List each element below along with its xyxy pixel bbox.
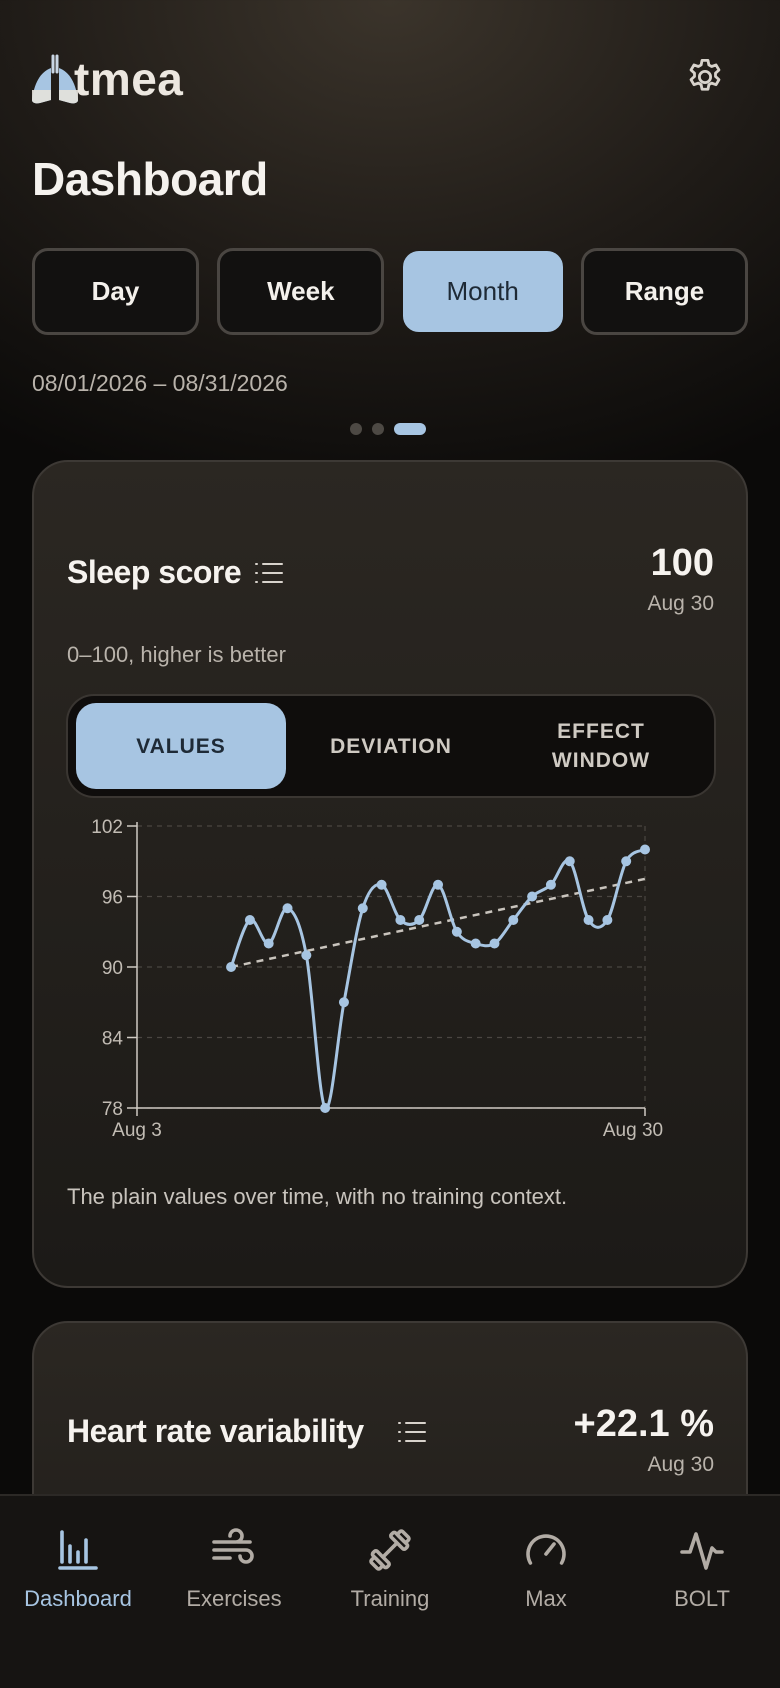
nav-label: Dashboard xyxy=(24,1586,132,1611)
y-tick-label: 96 xyxy=(102,888,123,909)
data-point xyxy=(226,962,237,972)
data-point xyxy=(263,938,274,949)
lungs-logo-icon xyxy=(32,54,78,104)
list-icon[interactable] xyxy=(397,1419,427,1445)
data-point xyxy=(357,903,368,914)
gear-icon xyxy=(689,58,721,91)
tab-deviation[interactable]: DEVIATION xyxy=(286,703,496,789)
sleep-score-value: 100 xyxy=(650,542,714,584)
page-title: Dashboard xyxy=(32,153,268,205)
nav-max[interactable]: Max xyxy=(468,1496,624,1688)
data-point xyxy=(376,879,387,890)
y-tick-label: 90 xyxy=(102,958,123,979)
nav-bolt[interactable]: BOLT xyxy=(624,1496,780,1688)
sleep-score-card: Sleep score 100 Aug 30 0–100, higher is … xyxy=(32,460,748,1288)
data-point xyxy=(583,915,594,925)
y-tick-label: 78 xyxy=(102,1099,123,1120)
sleep-card-description: The plain values over time, with no trai… xyxy=(67,1184,568,1209)
page-indicator xyxy=(350,423,426,435)
bottom-navigation: Dashboard Exercises Training Max BOLT xyxy=(0,1494,780,1688)
tab-effect-window[interactable]: EFFECT WINDOW xyxy=(496,703,706,789)
list-icon[interactable] xyxy=(254,560,284,586)
data-point xyxy=(301,950,312,961)
nav-label: Exercises xyxy=(186,1586,282,1611)
nav-exercises[interactable]: Exercises xyxy=(156,1496,312,1688)
trend-line xyxy=(230,877,646,969)
app-logo: tmea xyxy=(32,48,183,104)
period-day-button[interactable]: Day xyxy=(32,248,199,335)
pulse-icon xyxy=(680,1532,724,1570)
data-point xyxy=(395,915,406,925)
nav-training[interactable]: Training xyxy=(312,1496,468,1688)
bar-chart-icon xyxy=(58,1530,98,1570)
page-dot[interactable] xyxy=(372,423,384,435)
data-point xyxy=(527,891,538,902)
data-point xyxy=(564,856,575,867)
page-dot[interactable] xyxy=(350,423,362,435)
nav-label: BOLT xyxy=(674,1586,730,1611)
data-point xyxy=(320,1103,331,1113)
data-point xyxy=(640,844,650,855)
data-point xyxy=(414,915,425,925)
data-point xyxy=(470,938,481,949)
dumbbell-icon xyxy=(369,1529,411,1571)
sleep-score-date: Aug 30 xyxy=(647,592,714,615)
data-point xyxy=(282,903,293,914)
period-range-button[interactable]: Range xyxy=(580,248,748,335)
hrv-card-title: Heart rate variability xyxy=(67,1413,364,1449)
sleep-card-subtitle: 0–100, higher is better xyxy=(67,642,286,667)
data-point xyxy=(433,879,444,890)
sleep-card-title: Sleep score xyxy=(67,554,242,590)
period-month-button[interactable]: Month xyxy=(402,251,563,332)
data-point xyxy=(508,915,519,925)
x-tick-label: Aug 30 xyxy=(603,1120,663,1141)
gauge-icon xyxy=(526,1534,566,1565)
data-point xyxy=(602,915,613,925)
data-point xyxy=(451,926,462,937)
wind-icon xyxy=(212,1528,254,1564)
period-selector: Day Week Month Range xyxy=(32,248,748,335)
nav-label: Training xyxy=(350,1586,430,1611)
data-point xyxy=(338,997,349,1008)
view-mode-tabs: VALUES DEVIATION EFFECT WINDOW xyxy=(66,694,716,798)
settings-button[interactable] xyxy=(684,56,726,98)
data-point xyxy=(545,879,556,890)
sleep-score-chart: 78 84 90 96 102 Aug 3 Aug 30 xyxy=(91,817,663,1141)
hrv-date: Aug 30 xyxy=(647,1453,714,1476)
data-point xyxy=(489,938,500,949)
data-point xyxy=(621,856,632,867)
y-tick-label: 102 xyxy=(91,817,123,838)
data-point xyxy=(244,915,255,925)
nav-label: Max xyxy=(525,1586,567,1611)
y-tick-label: 84 xyxy=(102,1029,124,1050)
hrv-value: +22.1 % xyxy=(573,1403,715,1445)
page-dot-active[interactable] xyxy=(394,423,426,435)
logo-text: tmea xyxy=(74,53,184,105)
period-week-button[interactable]: Week xyxy=(217,248,385,335)
x-tick-label: Aug 3 xyxy=(112,1120,162,1141)
nav-dashboard[interactable]: Dashboard xyxy=(0,1496,156,1688)
tab-values[interactable]: VALUES xyxy=(76,703,286,789)
date-range-label: 08/01/2026 – 08/31/2026 xyxy=(32,370,288,396)
